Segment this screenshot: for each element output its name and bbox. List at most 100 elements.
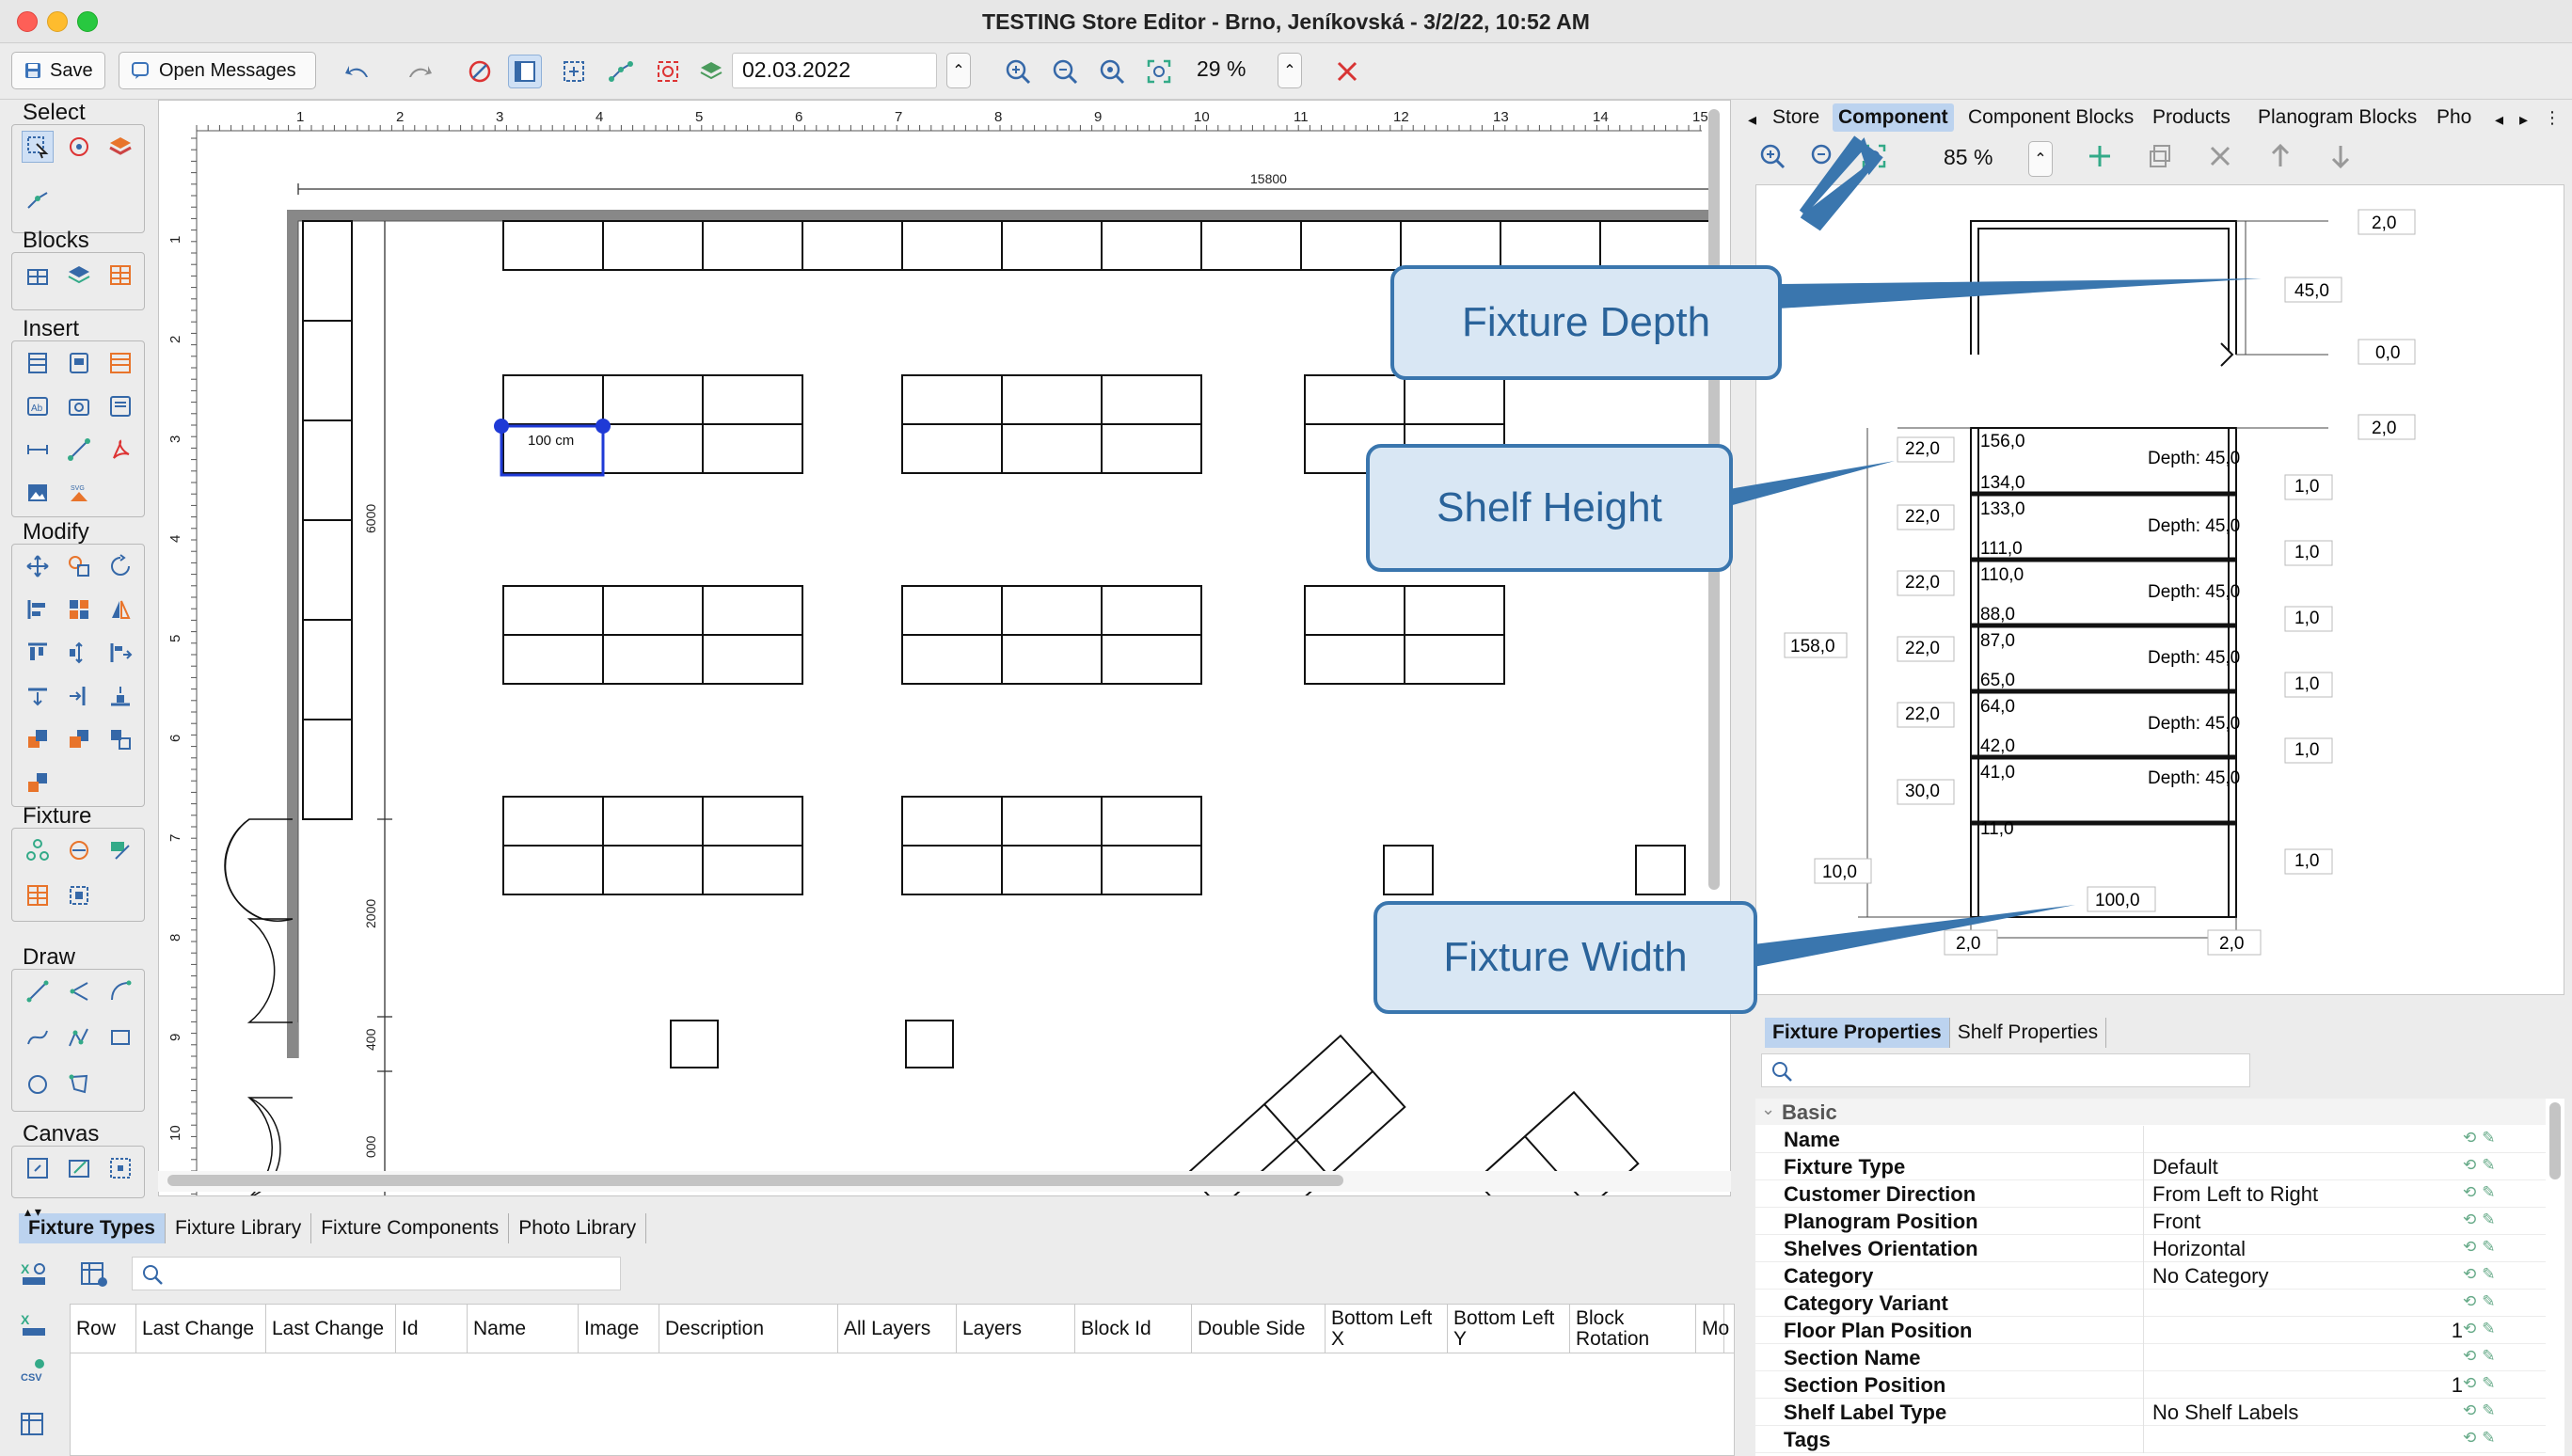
property-row[interactable]: Shelf Label Type No Shelf Labels ⟲✎: [1755, 1399, 2546, 1426]
column-header[interactable]: Layers: [957, 1305, 1075, 1353]
property-row[interactable]: Category Variant ⟲✎: [1755, 1290, 2546, 1317]
zoom-fit-icon[interactable]: [1095, 55, 1129, 88]
property-row[interactable]: Name ⟲✎: [1755, 1126, 2546, 1153]
insert-pdf-icon[interactable]: [104, 434, 136, 466]
fixture-rotate-icon[interactable]: [63, 834, 95, 866]
canvas-resize-icon[interactable]: [22, 1152, 54, 1184]
property-value[interactable]: No Category: [2152, 1264, 2269, 1289]
library-search-input[interactable]: [132, 1257, 621, 1290]
property-action-icons[interactable]: ⟲✎: [2463, 1156, 2501, 1175]
select-circle-icon[interactable]: [63, 131, 95, 163]
insert-dimension-icon[interactable]: [22, 434, 54, 466]
save-button[interactable]: Save: [11, 52, 105, 89]
group-icon[interactable]: [104, 723, 136, 755]
column-header[interactable]: Double Side: [1192, 1305, 1326, 1353]
property-action-icons[interactable]: ⟲✎: [2463, 1183, 2501, 1202]
property-action-icons[interactable]: ⟲✎: [2463, 1265, 2501, 1284]
column-header[interactable]: Mo: [1696, 1305, 1729, 1353]
open-messages-button[interactable]: Open Messages: [119, 52, 316, 89]
draw-spline-icon[interactable]: [63, 1021, 95, 1053]
property-action-icons[interactable]: ⟲✎: [2463, 1211, 2501, 1229]
draw-polygon-icon[interactable]: [63, 1068, 95, 1100]
new-fixture-type-icon[interactable]: X: [19, 1258, 49, 1293]
capture-icon[interactable]: [651, 55, 685, 88]
tabs-prev-icon[interactable]: ◂: [2489, 107, 2509, 135]
tab-component[interactable]: Component: [1833, 103, 1954, 132]
property-value[interactable]: Front: [2152, 1210, 2200, 1234]
arrange-right-icon[interactable]: [63, 680, 95, 712]
column-header[interactable]: Last Change: [136, 1305, 266, 1353]
insert-image-icon[interactable]: [22, 477, 54, 509]
align-left-icon[interactable]: [22, 593, 54, 625]
property-row[interactable]: Fixture Type Default ⟲✎: [1755, 1153, 2546, 1180]
copy-icon[interactable]: [63, 550, 95, 582]
column-header[interactable]: Last Change: [266, 1305, 396, 1353]
column-header[interactable]: Description: [659, 1305, 838, 1353]
select-arrow-icon[interactable]: [22, 131, 54, 163]
block-shelf-icon[interactable]: [104, 259, 136, 291]
property-action-icons[interactable]: ⟲✎: [2463, 1320, 2501, 1338]
component-preview[interactable]: 2,0 45,0 0,0 2,0 158,0 10,0 100,0 2,0 2,…: [1755, 184, 2564, 995]
insert-camera-icon[interactable]: [63, 390, 95, 422]
property-action-icons[interactable]: ⟲✎: [2463, 1347, 2501, 1366]
component-zoom-out-icon[interactable]: [1806, 139, 1840, 173]
align-top-icon[interactable]: [22, 637, 54, 669]
column-header[interactable]: Block Rotation: [1570, 1305, 1696, 1353]
column-header[interactable]: Row: [71, 1305, 136, 1353]
component-zoom-spinner[interactable]: ⌃: [2028, 141, 2053, 177]
column-header[interactable]: Bottom Left X: [1326, 1305, 1448, 1353]
insert-line-icon[interactable]: [63, 434, 95, 466]
tab-component-blocks[interactable]: Component Blocks: [1962, 103, 2139, 132]
insert-svg-icon[interactable]: SVG: [63, 477, 95, 509]
property-row[interactable]: Tags ⟲✎: [1755, 1426, 2546, 1453]
snap-icon[interactable]: [557, 55, 591, 88]
add-shelf-icon[interactable]: [2083, 139, 2117, 173]
move-icon[interactable]: [22, 550, 54, 582]
panel-collapse-icon[interactable]: ▴ ▾: [24, 1204, 41, 1220]
tab-products[interactable]: Products: [2147, 103, 2236, 132]
select-path-icon[interactable]: [22, 183, 54, 215]
layers-icon[interactable]: [694, 55, 728, 88]
zoom-extents-icon[interactable]: [1142, 55, 1176, 88]
move-shelf-up-icon[interactable]: [2263, 139, 2297, 173]
import-excel-icon[interactable]: X: [19, 1309, 49, 1344]
undo-icon[interactable]: [341, 55, 374, 88]
column-header[interactable]: Image: [579, 1305, 659, 1353]
insert-text-icon[interactable]: Ab: [22, 390, 54, 422]
property-value[interactable]: Horizontal: [2152, 1237, 2246, 1261]
column-header[interactable]: Name: [468, 1305, 579, 1353]
fixture-shelves-icon[interactable]: [22, 879, 54, 911]
tabs-menu-icon[interactable]: ⋮: [2538, 105, 2566, 134]
align-right-icon[interactable]: [104, 637, 136, 669]
tabs-scroll-left-icon[interactable]: ◂: [1742, 107, 1762, 135]
bring-front-icon[interactable]: [63, 723, 95, 755]
fixture-ai-icon[interactable]: [104, 834, 136, 866]
grid-align-icon[interactable]: [63, 593, 95, 625]
property-row[interactable]: Category No Category ⟲✎: [1755, 1262, 2546, 1290]
column-header[interactable]: All Layers: [838, 1305, 957, 1353]
zoom-out-icon[interactable]: [1048, 55, 1082, 88]
close-document-icon[interactable]: [1330, 55, 1364, 88]
property-action-icons[interactable]: ⟲✎: [2463, 1129, 2501, 1147]
grid-toggle-icon[interactable]: [508, 55, 542, 88]
duplicate-shelf-icon[interactable]: [2143, 139, 2177, 173]
property-row[interactable]: Section Position 1 ⟲✎: [1755, 1371, 2546, 1399]
redo-icon[interactable]: [403, 55, 437, 88]
tabs-next-icon[interactable]: ▸: [2514, 107, 2533, 135]
move-shelf-down-icon[interactable]: [2324, 139, 2358, 173]
component-zoom-fit-icon[interactable]: [1857, 139, 1891, 173]
column-header[interactable]: Id: [396, 1305, 468, 1353]
measure-icon[interactable]: [463, 55, 497, 88]
canvas-horizontal-scrollbar[interactable]: [158, 1171, 1731, 1192]
insert-rack-icon[interactable]: [104, 347, 136, 379]
component-zoom-field[interactable]: 85 %: [1934, 141, 2006, 177]
stack-bottom-icon[interactable]: [104, 680, 136, 712]
table-settings-icon[interactable]: [79, 1258, 109, 1293]
property-action-icons[interactable]: ⟲✎: [2463, 1238, 2501, 1257]
draw-polyline-icon[interactable]: [63, 975, 95, 1007]
property-action-icons[interactable]: ⟲✎: [2463, 1374, 2501, 1393]
import-csv-icon[interactable]: CSV: [19, 1356, 49, 1391]
canvas-edit-icon[interactable]: [63, 1152, 95, 1184]
fixture-frame-icon[interactable]: [63, 879, 95, 911]
tab-fixture-library[interactable]: Fixture Library: [166, 1213, 312, 1243]
